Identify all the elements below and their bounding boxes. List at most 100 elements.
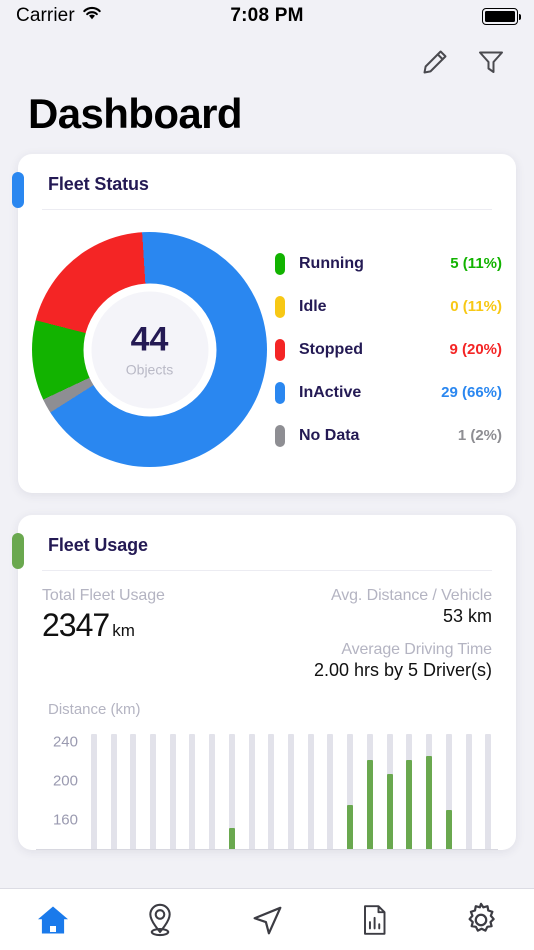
avg-driving-time-value: 2.00 hrs by 5 Driver(s) <box>313 660 492 680</box>
fleet-status-legend: Running 5 (11%) Idle 0 (11%) Stopped 9 (… <box>267 242 502 457</box>
chart-bar-track <box>110 733 117 850</box>
legend-item-inactive[interactable]: InActive 29 (66%) <box>275 371 502 414</box>
tab-reports[interactable] <box>320 902 427 938</box>
tab-home[interactable] <box>0 902 107 938</box>
donut-center: 44 Objects <box>83 283 216 416</box>
fleet-status-card: Fleet Status 44 Objects Running 5 (11%) … <box>12 154 516 493</box>
chart-bar-slot[interactable] <box>380 732 400 850</box>
fleet-usage-title: Fleet Usage <box>48 535 148 555</box>
fleet-usage-card: Fleet Usage Total Fleet Usage 2347 km Avg… <box>12 515 516 850</box>
chart-bar-slot[interactable] <box>202 732 222 850</box>
status-bar-right <box>482 7 521 25</box>
chart-bar[interactable] <box>366 759 373 850</box>
chart-bar-slot[interactable] <box>281 732 301 850</box>
legend-value-inactive: 29 (66%) <box>441 384 502 401</box>
legend-swatch-running <box>275 252 285 275</box>
chart-bar-slot[interactable] <box>340 732 360 850</box>
donut-center-value: 44 <box>130 320 169 358</box>
avg-distance-caption: Avg. Distance / Vehicle <box>330 587 492 604</box>
chart-bar-track <box>485 733 492 850</box>
total-fleet-usage-stat: Total Fleet Usage 2347 km <box>42 587 267 681</box>
chart-bar-track <box>169 733 176 850</box>
distance-bar-chart: Distance (km) 240 200 160 <box>18 687 516 850</box>
chart-y-tick: 160 <box>52 811 78 829</box>
chart-bar-slot[interactable] <box>478 732 498 850</box>
chart-bar-slot[interactable] <box>301 732 321 850</box>
fleet-usage-stats: Total Fleet Usage 2347 km Avg. Distance /… <box>18 571 516 687</box>
donut-center-label: Objects <box>125 361 174 377</box>
chart-bar-track <box>268 733 275 850</box>
tab-track[interactable] <box>214 901 321 939</box>
chart-bar[interactable] <box>406 759 413 850</box>
page-title: Dashboard <box>28 90 243 137</box>
chart-bar[interactable] <box>426 755 433 850</box>
chart-bar-slot[interactable] <box>400 732 420 850</box>
chart-bar-slot[interactable] <box>242 732 262 850</box>
chart-y-axis-title: Distance (km) <box>48 701 141 718</box>
chart-bar-track <box>189 733 196 850</box>
legend-swatch-idle <box>275 295 285 318</box>
chart-bar-slot[interactable] <box>360 732 380 850</box>
chart-bar-slot[interactable] <box>163 732 183 850</box>
avg-distance-stat: Avg. Distance / Vehicle 53 km <box>267 587 492 627</box>
avg-driving-time-stat: Average Driving Time 2.00 hrs by 5 Drive… <box>267 641 492 681</box>
chart-bar[interactable] <box>445 809 452 850</box>
legend-label-idle: Idle <box>299 297 327 315</box>
chart-bar-track <box>288 733 295 850</box>
chart-bar-slot[interactable] <box>222 732 242 850</box>
chart-bars <box>84 732 498 850</box>
fleet-status-title: Fleet Status <box>48 174 149 194</box>
total-fleet-usage-caption: Total Fleet Usage <box>42 587 165 604</box>
chart-bar-slot[interactable] <box>123 732 143 850</box>
legend-swatch-no-data <box>275 424 285 447</box>
tab-settings[interactable] <box>427 901 534 939</box>
chart-bar-track <box>90 733 97 850</box>
chart-bar-track <box>248 733 255 850</box>
legend-item-stopped[interactable]: Stopped 9 (20%) <box>275 328 502 371</box>
chart-bar-slot[interactable] <box>419 732 439 850</box>
chart-bar-slot[interactable] <box>183 732 203 850</box>
legend-label-inactive: InActive <box>299 383 362 401</box>
total-fleet-usage-unit: km <box>112 621 135 640</box>
chart-bar[interactable] <box>347 804 354 850</box>
chart-bar-slot[interactable] <box>143 732 163 850</box>
chart-bar-slot[interactable] <box>321 732 341 850</box>
chart-bar-slot[interactable] <box>459 732 479 850</box>
chart-bar-track <box>327 733 334 850</box>
total-fleet-usage-number: 2347 <box>42 607 110 643</box>
chart-bar[interactable] <box>386 774 393 850</box>
chart-bar-slot[interactable] <box>439 732 459 850</box>
chart-bar-track <box>150 733 157 850</box>
legend-value-idle: 0 (11%) <box>450 298 502 315</box>
legend-item-running[interactable]: Running 5 (11%) <box>275 242 502 285</box>
fleet-status-donut-chart[interactable]: 44 Objects <box>32 232 267 467</box>
chart-y-tick: 240 <box>52 733 78 751</box>
chart-bar-track <box>209 733 216 850</box>
legend-value-no-data: 1 (2%) <box>457 427 502 444</box>
legend-value-stopped: 9 (20%) <box>449 341 502 358</box>
dashboard-screen: Carrier 7:08 PM Dashboard Fleet Status 4… <box>0 0 534 950</box>
chart-y-tick: 200 <box>52 772 78 790</box>
avg-distance-value: 53 km <box>442 606 492 626</box>
chart-plot-area[interactable]: 240 200 160 <box>18 732 516 850</box>
chart-bar-slot[interactable] <box>104 732 124 850</box>
legend-swatch-inactive <box>275 381 285 404</box>
chart-x-axis-line <box>36 849 498 850</box>
chart-bar-slot[interactable] <box>84 732 104 850</box>
header-actions <box>0 32 534 84</box>
total-fleet-usage-value: 2347 km <box>42 607 267 644</box>
chart-bar[interactable] <box>228 828 235 850</box>
legend-item-no-data[interactable]: No Data 1 (2%) <box>275 414 502 457</box>
avg-driving-time-caption: Average Driving Time <box>341 641 492 658</box>
filter-icon[interactable] <box>476 47 506 77</box>
chart-bar-slot[interactable] <box>261 732 281 850</box>
legend-item-idle[interactable]: Idle 0 (11%) <box>275 285 502 328</box>
chart-bar-track <box>465 733 472 850</box>
fleet-usage-accent-bar <box>12 533 24 569</box>
edit-icon[interactable] <box>420 47 450 77</box>
tab-places[interactable] <box>107 901 214 939</box>
status-bar-time: 7:08 PM <box>230 5 304 26</box>
legend-label-running: Running <box>299 254 364 272</box>
fleet-status-body: 44 Objects Running 5 (11%) Idle 0 (11%) <box>18 210 516 493</box>
chart-bar-track <box>307 733 314 850</box>
